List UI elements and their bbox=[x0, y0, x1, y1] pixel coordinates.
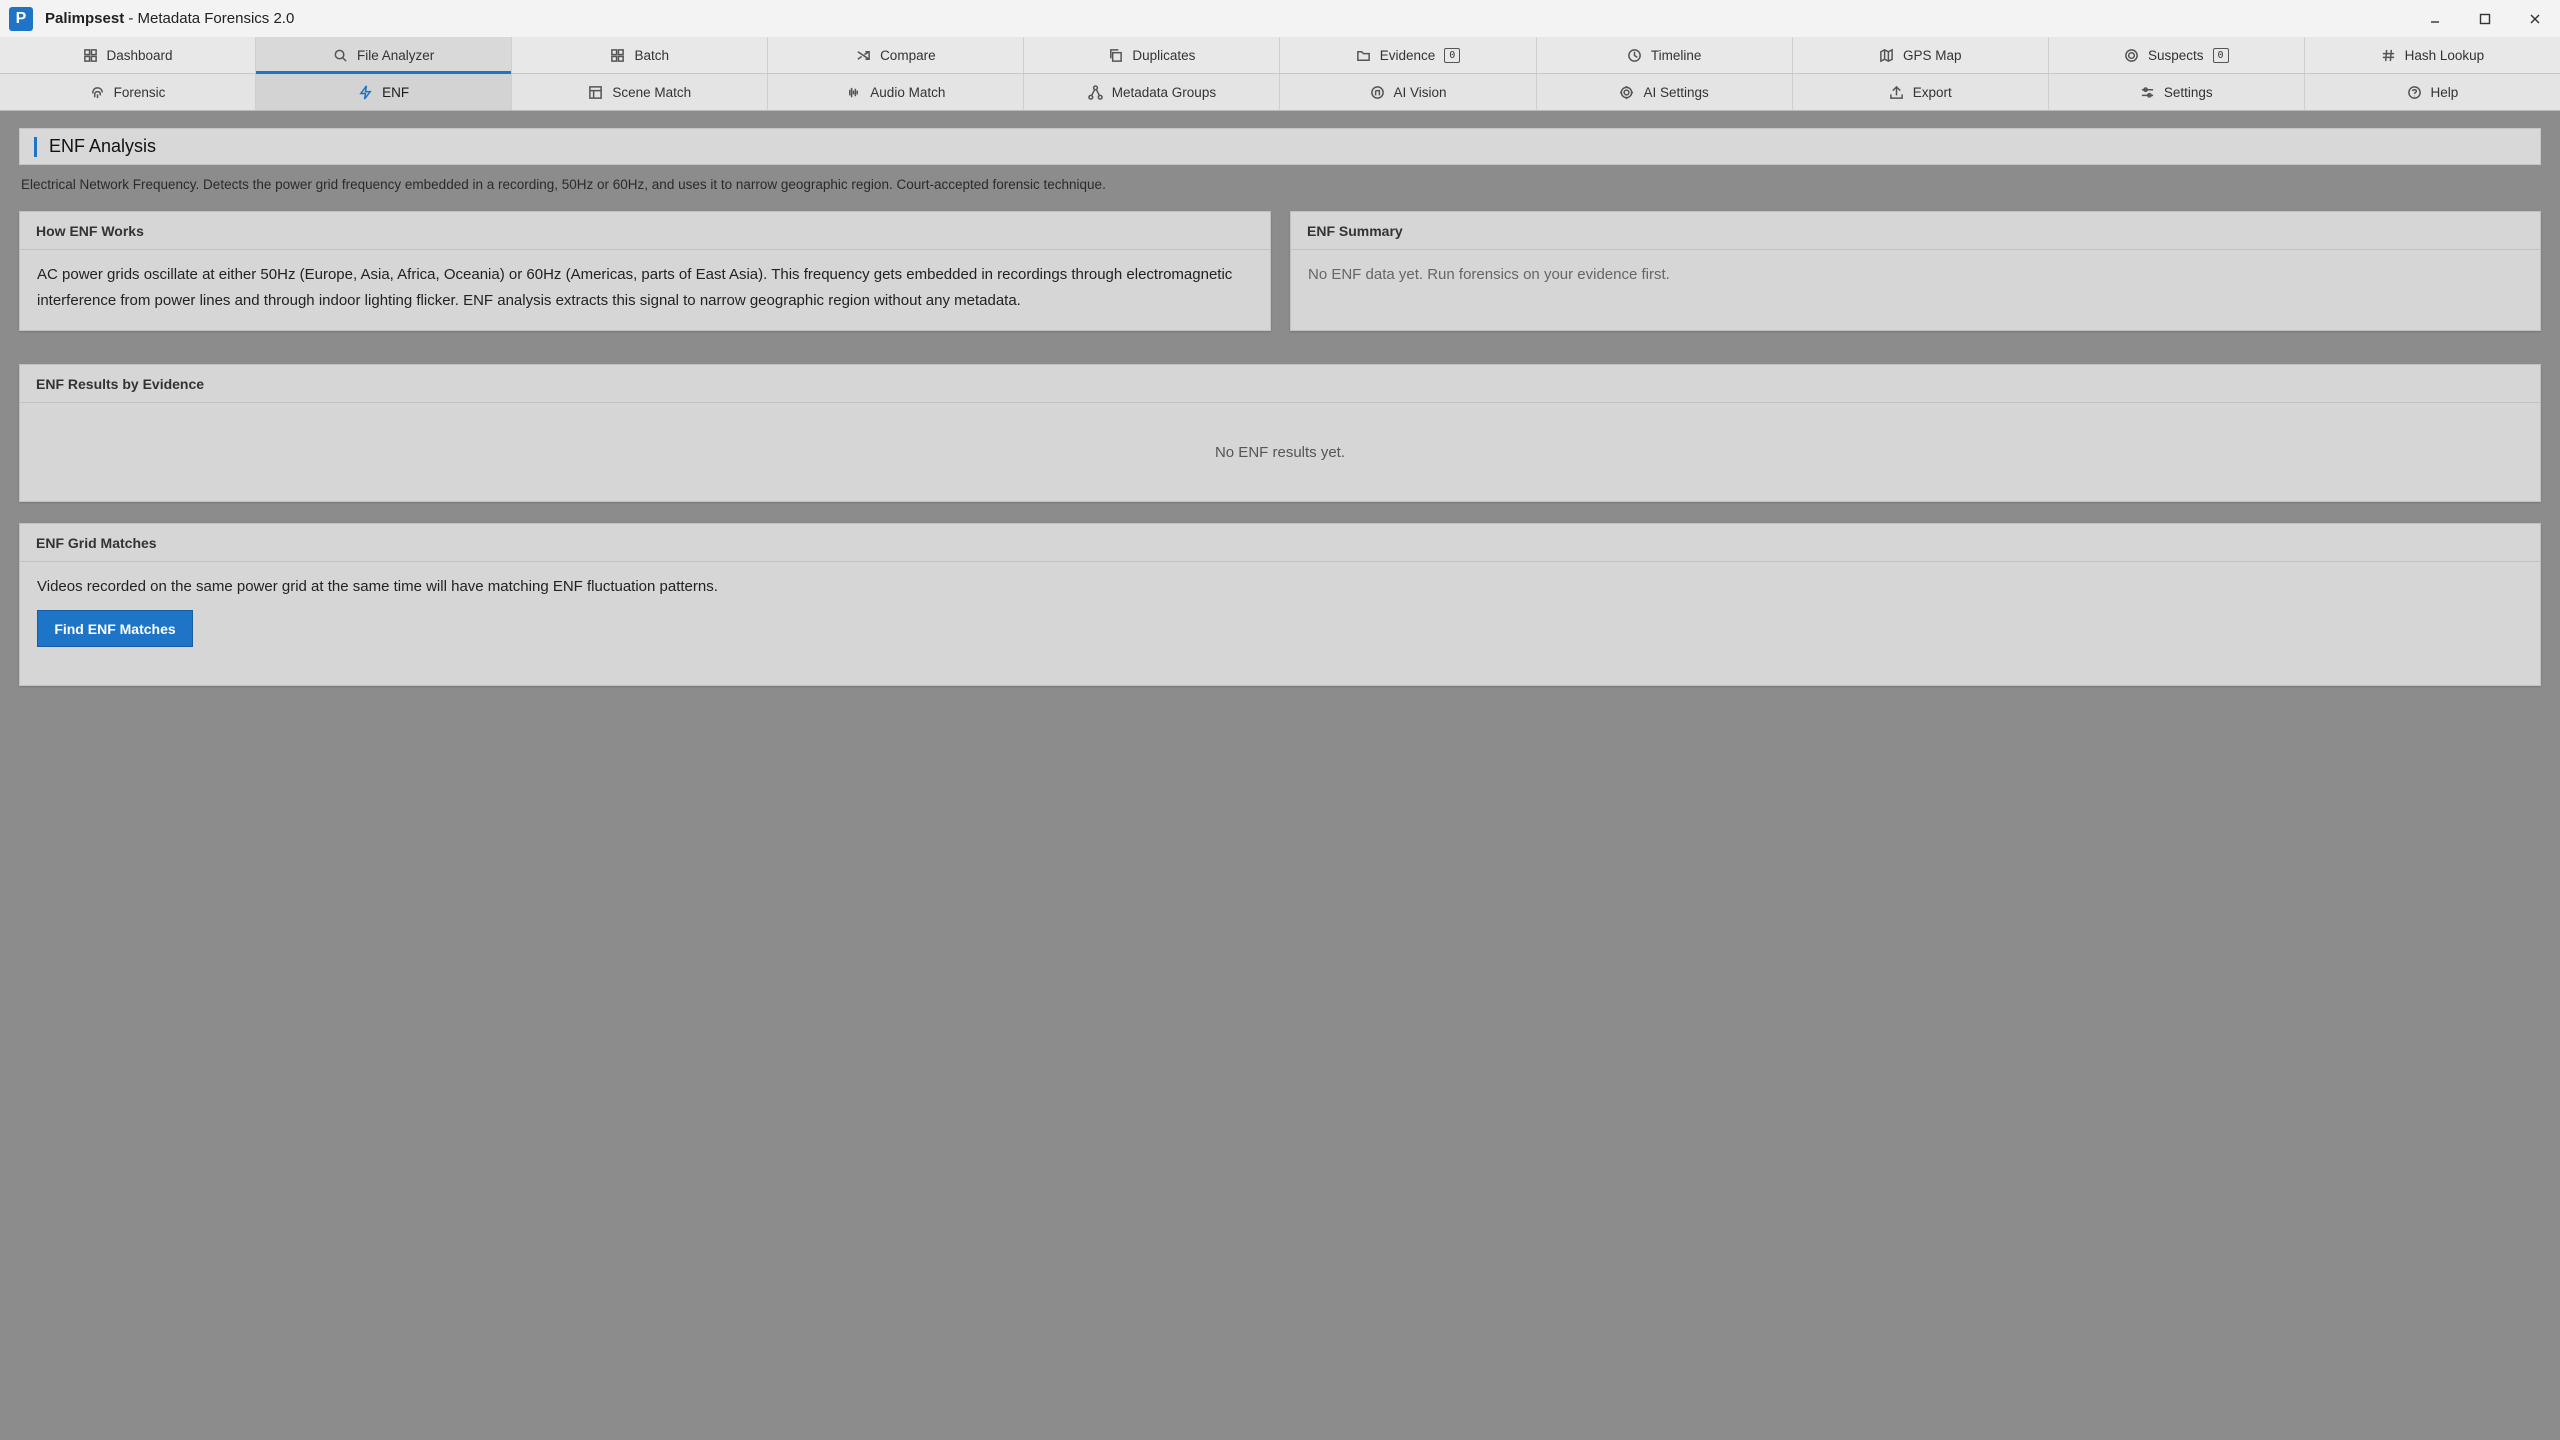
how-enf-works-text: AC power grids oscillate at either 50Hz … bbox=[37, 266, 1233, 309]
fingerprint-icon bbox=[91, 86, 103, 98]
tab-label: Dashboard bbox=[106, 47, 173, 63]
minimize-button[interactable] bbox=[2410, 0, 2460, 37]
search-icon bbox=[334, 49, 347, 62]
secondary-tab-row: Forensic ENF Scene Match Audio Match Met… bbox=[0, 74, 2560, 111]
lightning-icon bbox=[359, 84, 372, 100]
panel-title: ENF Grid Matches bbox=[20, 524, 2540, 562]
grid-icon bbox=[83, 48, 97, 62]
batch-grid-icon bbox=[611, 48, 625, 62]
tab-evidence[interactable]: Evidence 0 bbox=[1280, 37, 1537, 73]
page-header: ENF Analysis bbox=[19, 128, 2541, 165]
network-icon bbox=[1087, 84, 1103, 100]
tab-label: AI Settings bbox=[1643, 84, 1709, 100]
tab-duplicates[interactable]: Duplicates bbox=[1024, 37, 1281, 73]
window-controls bbox=[2410, 0, 2560, 37]
tab-batch[interactable]: Batch bbox=[512, 37, 769, 73]
tab-dashboard[interactable]: Dashboard bbox=[0, 37, 257, 73]
maximize-icon bbox=[2479, 13, 2491, 24]
app-logo: P bbox=[9, 6, 33, 31]
how-enf-works-panel: How ENF Works AC power grids oscillate a… bbox=[19, 211, 1271, 331]
close-icon bbox=[2530, 14, 2540, 23]
tab-label: Compare bbox=[880, 47, 936, 63]
tab-label: ENF bbox=[382, 84, 410, 100]
tab-label: Audio Match bbox=[870, 84, 946, 100]
shuffle-icon bbox=[857, 50, 870, 60]
tab-label: Scene Match bbox=[612, 84, 692, 100]
tab-hash-lookup[interactable]: Hash Lookup bbox=[2305, 37, 2560, 73]
tab-label: Forensic bbox=[113, 84, 166, 100]
tab-forensic[interactable]: Forensic bbox=[0, 74, 257, 110]
help-icon bbox=[2407, 85, 2421, 99]
tab-timeline[interactable]: Timeline bbox=[1537, 37, 1793, 73]
panel-title: ENF Results by Evidence bbox=[20, 365, 2540, 403]
tab-label: Settings bbox=[2163, 84, 2213, 100]
tab-gps-map[interactable]: GPS Map bbox=[1793, 37, 2049, 73]
tab-scene-match[interactable]: Scene Match bbox=[512, 74, 769, 110]
panel-title: ENF Summary bbox=[1291, 212, 2540, 250]
tab-label: Suspects bbox=[2148, 47, 2204, 63]
tab-export[interactable]: Export bbox=[1793, 74, 2049, 110]
page-description: Electrical Network Frequency. Detects th… bbox=[21, 177, 1106, 192]
tab-label: AI Vision bbox=[1393, 84, 1447, 100]
tab-enf[interactable]: ENF bbox=[256, 74, 513, 110]
enf-summary-panel: ENF Summary No ENF data yet. Run forensi… bbox=[1290, 211, 2541, 331]
hash-icon bbox=[2382, 49, 2394, 61]
enf-results-empty-text: No ENF results yet. bbox=[1214, 443, 1346, 461]
title-suffix: - Metadata Forensics 2.0 bbox=[124, 10, 295, 27]
header-accent-bar bbox=[34, 136, 37, 157]
enf-grid-matches-text: Videos recorded on the same power grid a… bbox=[37, 578, 718, 595]
clock-icon bbox=[1627, 48, 1641, 62]
tab-file-analyzer[interactable]: File Analyzer bbox=[256, 37, 513, 74]
tab-ai-vision[interactable]: AI Vision bbox=[1280, 74, 1537, 110]
tab-metadata-groups[interactable]: Metadata Groups bbox=[1024, 74, 1281, 110]
close-button[interactable] bbox=[2510, 0, 2560, 37]
main-tab-row: Dashboard File Analyzer Batch Compare Du… bbox=[0, 37, 2560, 74]
gear-icon bbox=[1620, 85, 1634, 99]
tab-settings[interactable]: Settings bbox=[2049, 74, 2305, 110]
tab-label: Export bbox=[1912, 84, 1952, 100]
find-enf-matches-button[interactable]: Find ENF Matches bbox=[37, 610, 193, 647]
tab-help[interactable]: Help bbox=[2305, 74, 2560, 110]
tab-label: File Analyzer bbox=[356, 47, 435, 63]
waveform-icon bbox=[849, 87, 859, 97]
panel-title: How ENF Works bbox=[20, 212, 1270, 250]
frame-icon bbox=[589, 85, 603, 99]
tab-label: Help bbox=[2430, 84, 2459, 100]
tab-label: Evidence bbox=[1379, 47, 1436, 63]
enf-summary-empty-text: No ENF data yet. Run forensics on your e… bbox=[1308, 266, 1670, 283]
tab-audio-match[interactable]: Audio Match bbox=[768, 74, 1025, 110]
copy-icon bbox=[1110, 48, 1123, 62]
tab-label: Hash Lookup bbox=[2404, 47, 2485, 63]
enf-results-panel: ENF Results by Evidence No ENF results y… bbox=[19, 364, 2541, 502]
map-icon bbox=[1880, 48, 1893, 62]
ai-icon bbox=[1370, 85, 1384, 99]
sliders-icon bbox=[2141, 86, 2154, 98]
tab-label: Metadata Groups bbox=[1111, 84, 1217, 100]
folder-icon bbox=[1356, 50, 1370, 61]
enf-grid-matches-panel: ENF Grid Matches Videos recorded on the … bbox=[19, 523, 2541, 686]
page-title: ENF Analysis bbox=[49, 136, 157, 156]
title-bar: P Palimpsest - Metadata Forensics 2.0 bbox=[0, 0, 2560, 37]
target-icon bbox=[2125, 48, 2138, 62]
maximize-button[interactable] bbox=[2460, 0, 2510, 37]
window-title: Palimpsest - Metadata Forensics 2.0 bbox=[45, 10, 294, 27]
tab-label: Timeline bbox=[1650, 47, 1702, 63]
tab-label: Duplicates bbox=[1132, 47, 1196, 63]
suspects-count-badge: 0 bbox=[2212, 47, 2229, 63]
upload-icon bbox=[1889, 85, 1903, 99]
evidence-count-badge: 0 bbox=[1444, 47, 1461, 63]
tab-compare[interactable]: Compare bbox=[768, 37, 1025, 73]
tab-label: Batch bbox=[634, 47, 669, 63]
tab-suspects[interactable]: Suspects 0 bbox=[2049, 37, 2305, 73]
minimize-icon bbox=[2431, 20, 2439, 23]
tab-ai-settings[interactable]: AI Settings bbox=[1537, 74, 1793, 110]
app-name: Palimpsest bbox=[45, 10, 125, 27]
tab-label: GPS Map bbox=[1902, 47, 1962, 63]
